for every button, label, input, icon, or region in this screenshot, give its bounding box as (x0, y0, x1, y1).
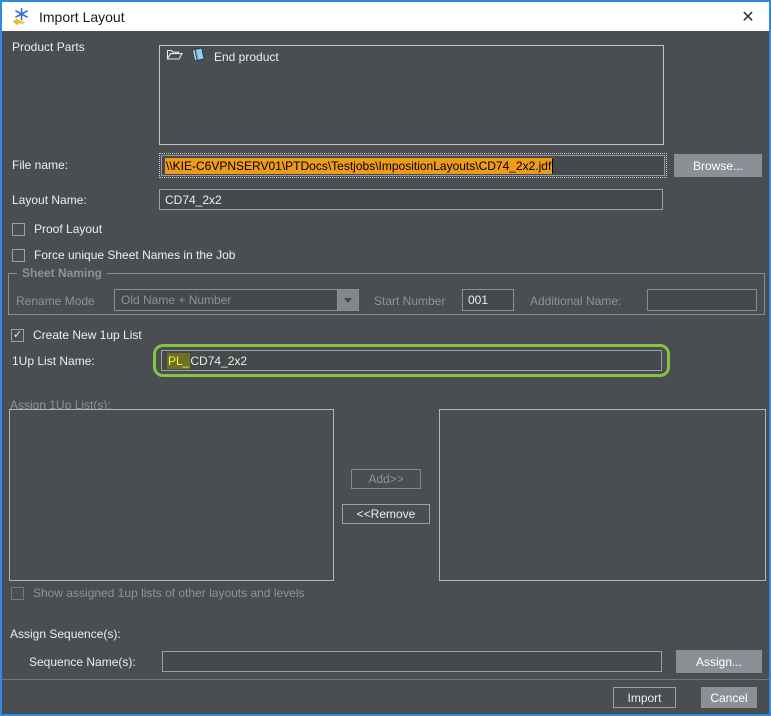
proof-layout-option: Proof Layout (12, 222, 102, 236)
create-new-1up-checkbox[interactable]: ✓ (11, 329, 24, 342)
force-unique-checkbox[interactable] (12, 249, 25, 262)
show-assigned-option: Show assigned 1up lists of other layouts… (11, 586, 305, 600)
force-unique-label: Force unique Sheet Names in the Job (34, 248, 235, 262)
additional-name-input[interactable] (647, 289, 757, 311)
product-part-name: End product (214, 50, 279, 64)
file-name-value: \\KIE-C6VPNSERV01\PTDocs\Testjobs\Imposi… (165, 158, 552, 174)
start-number-input[interactable]: 001 (462, 289, 514, 311)
force-unique-option: Force unique Sheet Names in the Job (12, 248, 235, 262)
proof-layout-checkbox[interactable] (12, 223, 25, 236)
additional-name-label: Additional Name: (530, 294, 621, 308)
1up-name-selected-text: PL_ (167, 353, 190, 369)
chevron-down-icon[interactable] (337, 290, 358, 310)
import-layout-dialog: Import Layout ✕ Product Parts (0, 0, 771, 716)
layout-name-input[interactable]: CD74_2x2 (159, 189, 663, 210)
browse-button[interactable]: Browse... (674, 154, 762, 177)
add-button[interactable]: Add>> (351, 469, 421, 489)
file-name-label: File name: (12, 158, 68, 172)
window-title: Import Layout (39, 9, 125, 25)
assigned-1up-list[interactable] (439, 409, 766, 581)
footer-separator (2, 679, 769, 680)
list-item[interactable]: End product (160, 46, 663, 68)
1up-list-name-input[interactable]: PL_CD74_2x2 (161, 350, 662, 371)
rename-mode-label: Rename Mode (16, 294, 95, 308)
file-name-inner: \\KIE-C6VPNSERV01\PTDocs\Testjobs\Imposi… (161, 155, 665, 176)
app-icon (12, 7, 32, 27)
close-icon[interactable]: ✕ (737, 6, 759, 28)
file-name-input[interactable]: \\KIE-C6VPNSERV01\PTDocs\Testjobs\Imposi… (159, 153, 667, 178)
remove-button[interactable]: <<Remove (342, 504, 430, 524)
1up-list-name-label: 1Up List Name: (12, 354, 95, 368)
import-button[interactable]: Import (613, 687, 676, 708)
rename-mode-value: Old Name + Number (115, 290, 337, 310)
1up-name-rest-text: CD74_2x2 (190, 354, 247, 368)
proof-layout-label: Proof Layout (34, 222, 102, 236)
product-parts-list[interactable]: End product (159, 45, 664, 145)
open-folder-icon (166, 48, 183, 66)
sequence-names-input[interactable] (162, 651, 662, 672)
layout-name-label: Layout Name: (12, 193, 87, 207)
show-assigned-label: Show assigned 1up lists of other layouts… (33, 586, 305, 600)
sequence-names-label: Sequence Name(s): (29, 655, 136, 669)
product-parts-label: Product Parts (12, 40, 85, 54)
assign-button[interactable]: Assign... (676, 650, 762, 673)
available-1up-list[interactable] (9, 409, 334, 581)
sheet-naming-title: Sheet Naming (17, 266, 107, 280)
assign-sequences-label: Assign Sequence(s): (10, 627, 121, 641)
show-assigned-checkbox[interactable] (11, 587, 24, 600)
book-icon (191, 47, 205, 67)
cancel-button[interactable]: Cancel (701, 687, 757, 708)
start-number-label: Start Number (374, 294, 445, 308)
create-new-1up-label: Create New 1up List (33, 328, 142, 342)
create-new-1up-option: ✓ Create New 1up List (11, 328, 142, 342)
rename-mode-dropdown[interactable]: Old Name + Number (114, 289, 359, 311)
titlebar: Import Layout ✕ (2, 2, 769, 31)
text-caret (552, 159, 553, 173)
